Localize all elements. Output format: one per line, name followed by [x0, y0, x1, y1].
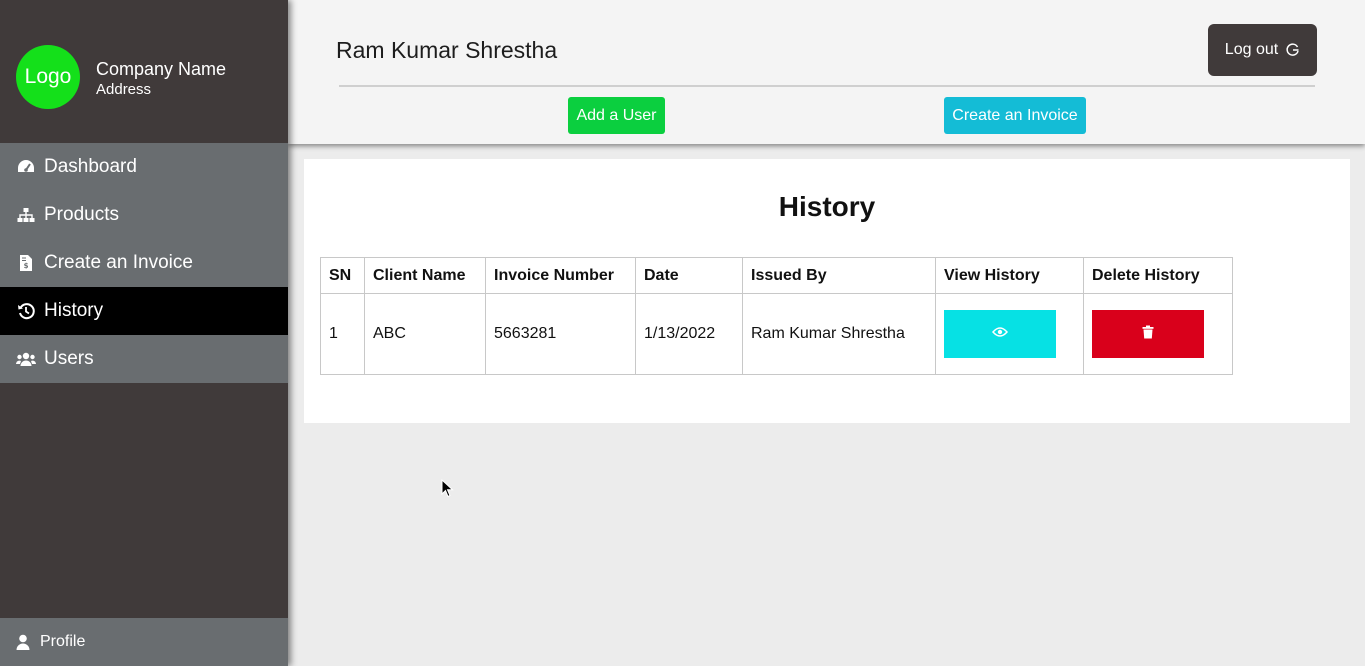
sidebar-item-products[interactable]: Products	[0, 191, 288, 239]
column-header-sn: SN	[320, 257, 365, 294]
header-divider	[339, 85, 1315, 87]
cell-view-history	[935, 293, 1084, 375]
trash-icon	[1142, 325, 1154, 344]
cell-delete-history	[1083, 293, 1233, 375]
sidebar-item-users[interactable]: Users	[0, 335, 288, 383]
sidebar-nav: Dashboard Products $ Create an Invoice H…	[0, 143, 288, 383]
delete-history-button[interactable]	[1092, 310, 1204, 358]
create-invoice-button[interactable]: Create an Invoice	[944, 97, 1086, 134]
column-header-date: Date	[635, 257, 743, 294]
sidebar: Logo Company Name Address Dashboard Prod…	[0, 0, 288, 666]
page-title: History	[778, 191, 876, 222]
sidebar-item-create-invoice[interactable]: $ Create an Invoice	[0, 239, 288, 287]
user-icon	[16, 634, 32, 650]
cell-date: 1/13/2022	[635, 293, 743, 375]
sidebar-item-label: Create an Invoice	[44, 252, 193, 273]
table-row: 1 ABC 5663281 1/13/2022 Ram Kumar Shrest…	[320, 293, 1233, 375]
brand: Logo Company Name Address	[0, 0, 288, 143]
company-logo: Logo	[16, 45, 80, 109]
history-icon	[16, 301, 36, 321]
column-header-issued-by: Issued By	[742, 257, 936, 294]
column-header-client-name: Client Name	[364, 257, 486, 294]
table-header-row: SN Client Name Invoice Number Date Issue…	[320, 257, 1233, 294]
view-history-button[interactable]	[944, 310, 1056, 358]
company-name: Company Name	[96, 59, 227, 79]
invoice-file-icon: $	[16, 253, 36, 273]
history-table: SN Client Name Invoice Number Date Issue…	[320, 257, 1233, 375]
sitemap-icon	[16, 205, 36, 225]
sidebar-item-history[interactable]: History	[0, 287, 288, 335]
history-card: History SN Client Name Invoice Number Da…	[304, 159, 1350, 423]
svg-text:$: $	[24, 262, 29, 270]
profile-label: Profile	[40, 633, 86, 650]
column-header-invoice-number: Invoice Number	[485, 257, 636, 294]
sidebar-item-label: Users	[44, 348, 94, 369]
dashboard-icon	[16, 157, 36, 177]
logout-label: Log out	[1224, 41, 1279, 58]
cell-invoice-number: 5663281	[485, 293, 636, 375]
top-header: Ram Kumar Shrestha Log out Add a User Cr…	[288, 0, 1365, 144]
logout-button[interactable]: Log out	[1208, 24, 1317, 76]
sidebar-item-label: Dashboard	[44, 156, 137, 177]
column-header-view-history: View History	[935, 257, 1084, 294]
company-address: Address	[96, 81, 152, 98]
sidebar-item-label: History	[44, 300, 104, 321]
cell-client-name: ABC	[364, 293, 486, 375]
logout-icon	[1286, 43, 1300, 57]
column-header-delete-history: Delete History	[1083, 257, 1233, 294]
cell-sn: 1	[320, 293, 365, 375]
profile-link[interactable]: Profile	[0, 618, 288, 666]
cell-issued-by: Ram Kumar Shrestha	[742, 293, 936, 375]
users-icon	[16, 349, 36, 369]
add-user-button[interactable]: Add a User	[568, 97, 665, 134]
sidebar-item-dashboard[interactable]: Dashboard	[0, 143, 288, 191]
sidebar-item-label: Products	[44, 204, 119, 225]
eye-icon	[992, 325, 1008, 343]
current-user-name: Ram Kumar Shrestha	[336, 37, 558, 63]
mouse-cursor-icon	[441, 478, 454, 503]
